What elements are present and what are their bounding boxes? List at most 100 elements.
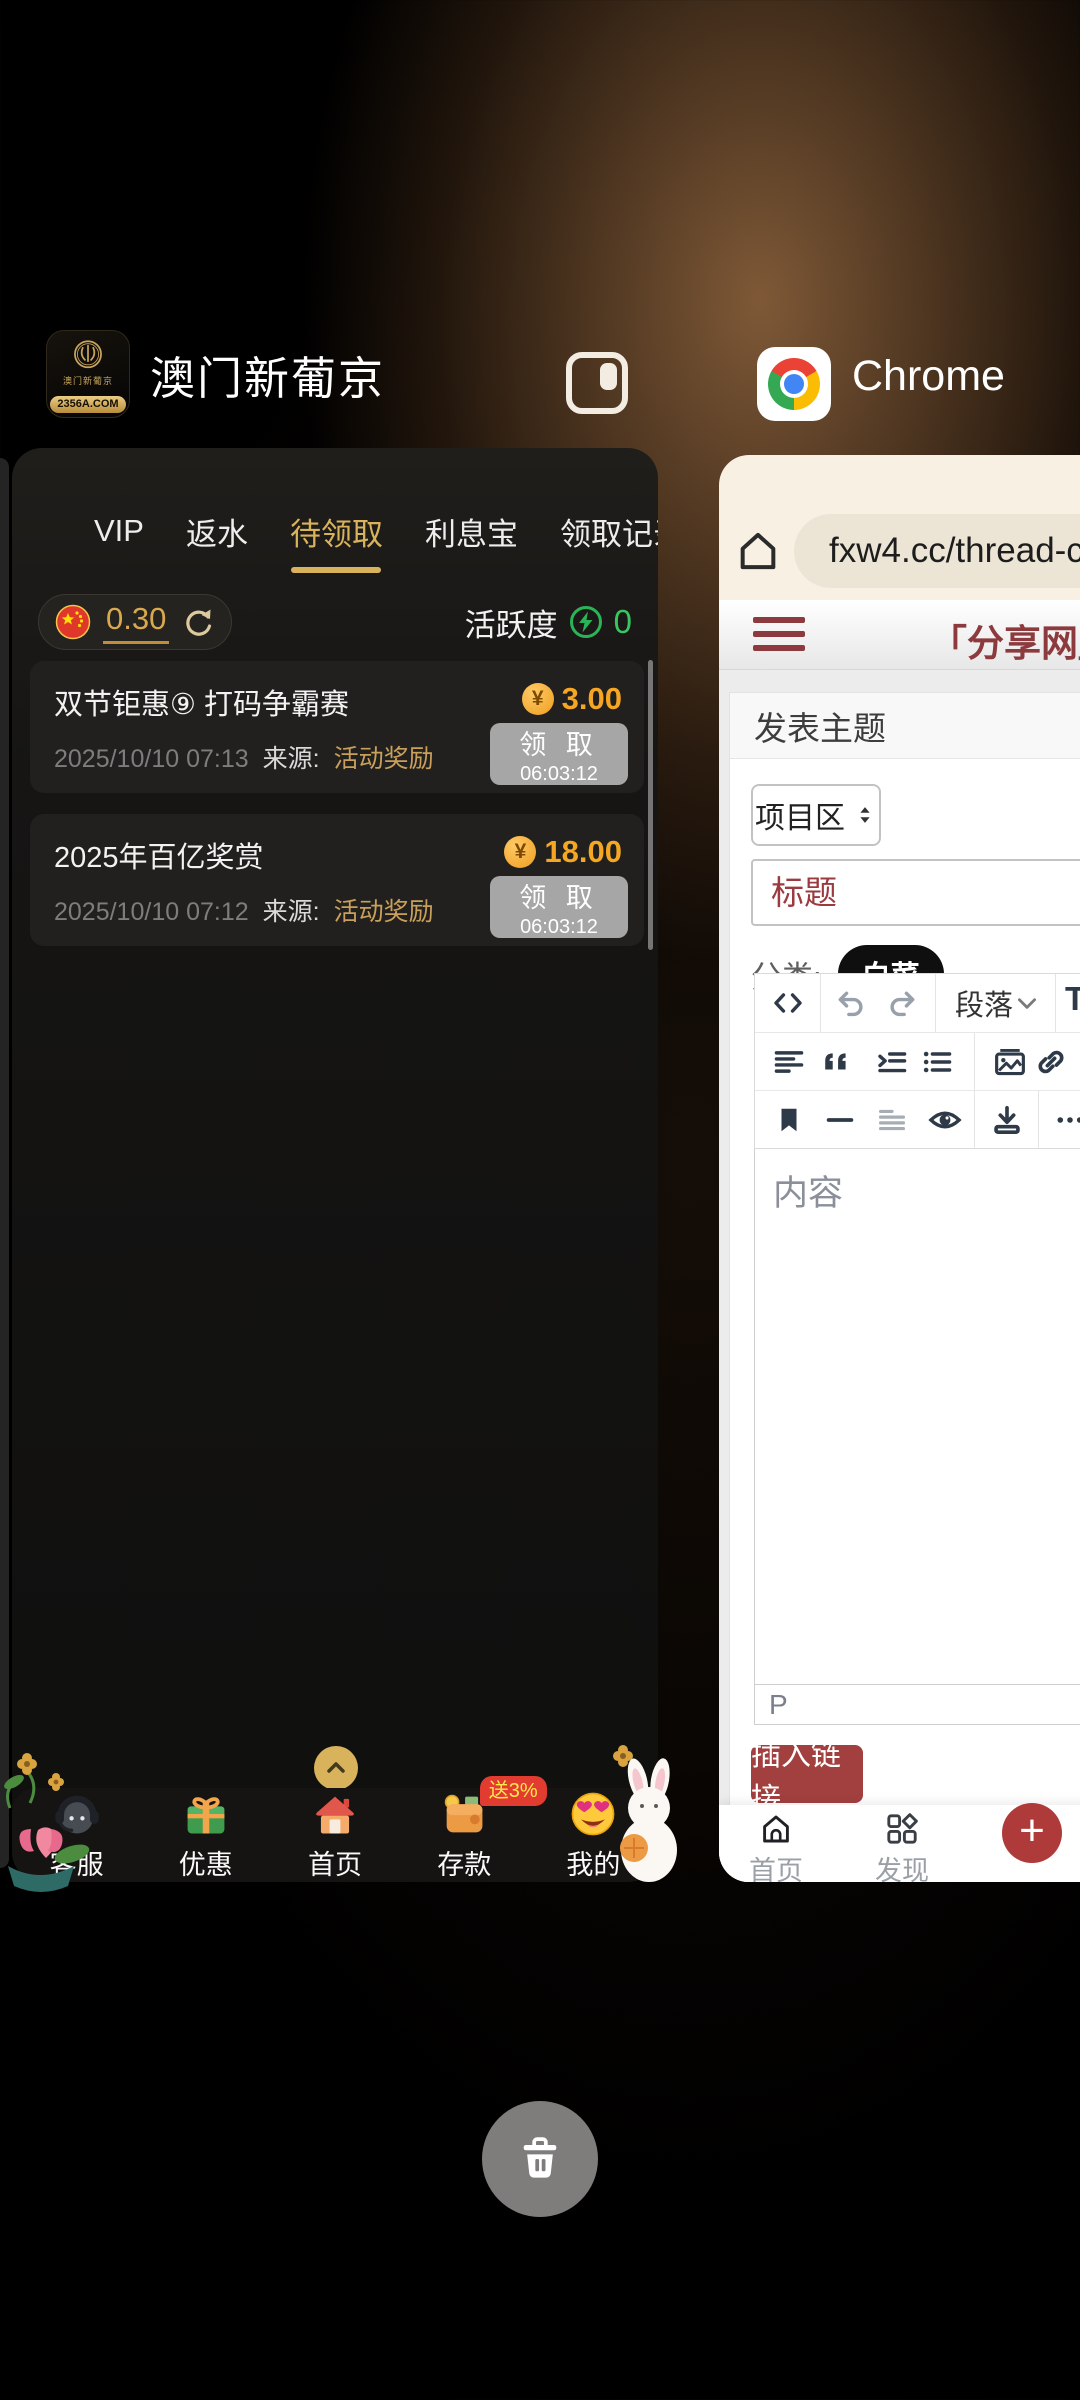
refresh-icon[interactable] — [181, 605, 215, 639]
site-nav-discover[interactable]: 发现 — [875, 1811, 929, 1882]
tab-vip[interactable]: VIP — [94, 513, 144, 549]
yuan-coin-icon: ¥ — [504, 836, 536, 868]
reward-meta: 2025/10/10 07:13 来源: 活动奖励 — [54, 739, 434, 775]
horizontal-rule-icon[interactable] — [824, 1104, 856, 1136]
tab-lixibao[interactable]: 利息宝 — [425, 509, 518, 554]
activity-value: 0 — [614, 603, 632, 641]
trash-icon — [512, 2131, 568, 2187]
section-title: 发表主题 — [730, 693, 1080, 759]
yuan-coin-icon: ¥ — [522, 683, 554, 715]
reward-amount-wrap: ¥ 3.00 — [522, 681, 622, 717]
code-icon[interactable] — [772, 987, 804, 1019]
link-icon[interactable] — [1034, 1045, 1068, 1079]
app-icon-domain-banner: 2356A.COM — [50, 396, 126, 413]
preview-eye-icon[interactable] — [927, 1102, 963, 1138]
tab-lingqujilu[interactable]: 领取记录 — [560, 509, 658, 554]
chevron-up-icon — [323, 1755, 349, 1781]
undo-icon[interactable] — [834, 987, 866, 1019]
content-editor[interactable]: 内容 — [754, 1149, 1080, 1684]
title-input[interactable] — [751, 859, 1080, 926]
browser-toolbar: fxw4.cc/thread-create — [719, 513, 1080, 589]
bookmark-icon[interactable] — [774, 1105, 804, 1135]
left-app-title: 澳门新葡京 — [150, 342, 385, 407]
tab-dailingqu[interactable]: 待领取 — [290, 509, 383, 554]
reward-source-value: 活动奖励 — [334, 892, 434, 928]
nav-item-shouye[interactable]: 首页 — [270, 1788, 399, 1882]
balance-row: 0.30 活跃度 0 — [38, 594, 632, 650]
claim-button[interactable]: 领 取 06:03:12 — [490, 876, 628, 938]
adjacent-card-edge[interactable] — [0, 458, 9, 1868]
reward-card[interactable]: 2025年百亿奖赏 ¥ 18.00 2025/10/10 07:12 来源: 活… — [30, 814, 644, 946]
toolbar-row-3 — [755, 1090, 1080, 1148]
active-tab-underline — [291, 567, 381, 573]
detail-list-icon[interactable] — [876, 1104, 908, 1136]
claim-button[interactable]: 领 取 06:03:12 — [490, 723, 628, 785]
browser-home-icon[interactable] — [735, 528, 781, 574]
reward-source-label: 来源: — [263, 739, 320, 775]
left-app-bottom-nav: 客服 优惠 首页 送3% — [12, 1788, 658, 1882]
activity-bolt-icon — [568, 604, 604, 640]
tab-fanshui[interactable]: 返水 — [186, 509, 248, 554]
blockquote-icon[interactable] — [822, 1047, 852, 1077]
scrollbar[interactable] — [648, 660, 653, 950]
site-nav-home[interactable]: 首页 — [749, 1811, 803, 1882]
balance-pill[interactable]: 0.30 — [38, 594, 232, 650]
download-icon[interactable] — [990, 1103, 1024, 1137]
editor-toolbar: 段落 T — [754, 973, 1080, 1149]
lotus-decoration — [0, 1826, 96, 1896]
balance-amount: 0.30 — [103, 601, 169, 644]
format-text-partial[interactable]: T — [1065, 980, 1080, 1018]
element-path-bar: P — [754, 1684, 1080, 1725]
hamburger-menu-icon[interactable] — [753, 617, 805, 651]
reward-meta: 2025/10/10 07:12 来源: 活动奖励 — [54, 892, 434, 928]
chrome-app-title: Chrome — [852, 352, 1005, 401]
reward-time: 2025/10/10 07:12 — [54, 898, 249, 927]
site-title: 「分享网」项 — [930, 613, 1080, 667]
gift-icon — [179, 1788, 233, 1840]
url-text: fxw4.cc/thread-create — [829, 531, 1080, 571]
china-flag-icon — [55, 604, 91, 640]
image-icon[interactable] — [993, 1045, 1027, 1079]
reward-amount-wrap: ¥ 18.00 — [504, 834, 622, 870]
paragraph-select[interactable]: 段落 — [955, 982, 1013, 1024]
left-app-card[interactable]: 任务 VIP 返水 待领取 利息宝 领取记录 0.30 活跃度 — [12, 448, 658, 1882]
reward-source-value: 活动奖励 — [334, 739, 434, 775]
nav-item-cunkuan[interactable]: 送3% 存款 — [400, 1788, 529, 1882]
url-bar[interactable]: fxw4.cc/thread-create — [794, 514, 1080, 588]
indent-icon[interactable] — [876, 1046, 908, 1078]
house-icon — [308, 1788, 362, 1840]
claim-countdown: 06:03:12 — [520, 763, 598, 786]
activity-label: 活跃度 — [465, 600, 558, 645]
align-left-icon[interactable] — [773, 1046, 805, 1078]
redo-icon[interactable] — [887, 987, 919, 1019]
chevron-down-icon[interactable] — [1014, 990, 1040, 1016]
more-ellipsis-icon[interactable] — [1053, 1103, 1080, 1137]
chrome-card[interactable]: fxw4.cc/thread-create 「分享网」项 发表主题 项目区 分类… — [719, 455, 1080, 1882]
forum-select[interactable]: 项目区 — [751, 784, 881, 846]
nav-item-youhui[interactable]: 优惠 — [141, 1788, 270, 1882]
reward-amount: 18.00 — [544, 834, 622, 870]
chrome-app-icon[interactable] — [757, 347, 831, 421]
content-placeholder: 内容 — [755, 1149, 1080, 1216]
freeform-window-icon[interactable] — [566, 352, 628, 414]
app-icon-name-text: 澳门新葡京 — [47, 374, 129, 387]
reward-amount: 3.00 — [562, 681, 622, 717]
new-post-plus-button[interactable]: + — [1002, 1803, 1062, 1863]
site-header: 「分享网」项 — [719, 600, 1080, 670]
home-outline-icon — [758, 1811, 794, 1847]
discover-grid-icon — [884, 1811, 920, 1847]
sort-arrows-icon — [853, 803, 877, 827]
reward-card[interactable]: 双节钜惠⑨ 打码争霸赛 ¥ 3.00 2025/10/10 07:13 来源: … — [30, 661, 644, 793]
left-app-icon[interactable]: 澳门新葡京 2356A.COM — [46, 330, 130, 418]
claim-countdown: 06:03:12 — [520, 916, 598, 939]
web-page: 「分享网」项 发表主题 项目区 分类: 白菜 — [719, 600, 1080, 1882]
insert-link-button[interactable]: 插入链接 — [751, 1745, 863, 1803]
bullet-list-icon[interactable] — [921, 1046, 953, 1078]
activity-indicator: 活跃度 0 — [465, 600, 632, 645]
rabbit-decoration — [594, 1744, 694, 1884]
clear-all-trash-button[interactable] — [482, 2101, 598, 2217]
toolbar-row-2 — [755, 1032, 1080, 1090]
promo-tab-bar: 任务 VIP 返水 待领取 利息宝 领取记录 — [12, 492, 658, 570]
collapse-chevron-button[interactable] — [314, 1746, 358, 1790]
flower-decoration-left — [0, 1748, 72, 1820]
